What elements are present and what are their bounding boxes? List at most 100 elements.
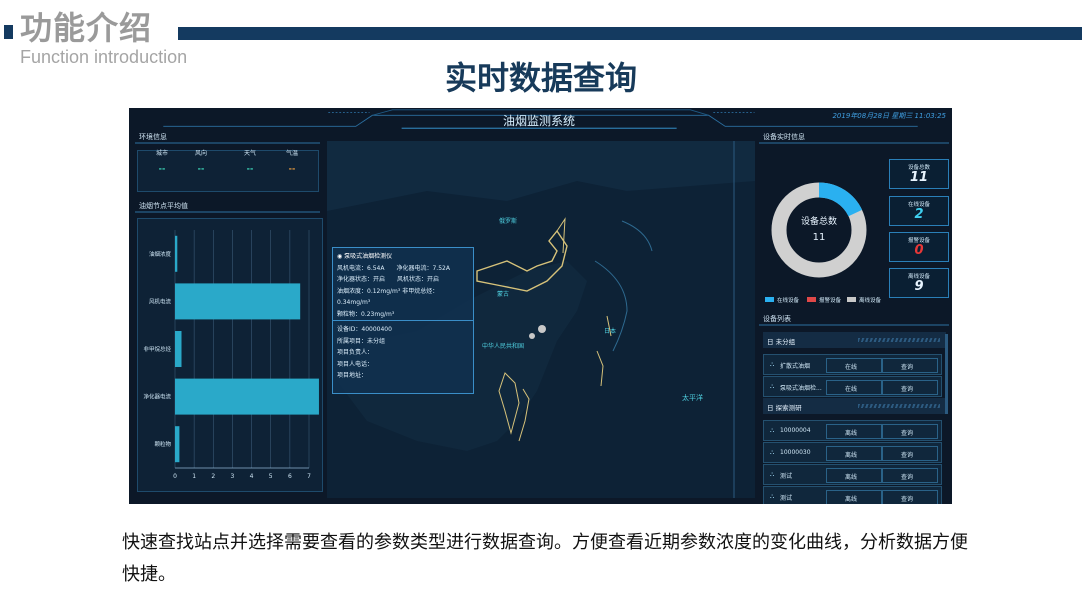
device-status: 在线 xyxy=(845,364,858,371)
bar[interactable] xyxy=(175,283,301,320)
header-bar xyxy=(178,27,1082,40)
device-name: 扩散式油烟 xyxy=(780,363,811,370)
env-value: -- xyxy=(246,164,254,173)
legend-swatch xyxy=(847,297,856,302)
bar[interactable] xyxy=(175,426,180,463)
query-button[interactable]: 查询 xyxy=(882,446,938,461)
status-cell: 离线 xyxy=(826,490,882,504)
status-cell: 离线 xyxy=(826,446,882,461)
popup-line: 项目人电话： xyxy=(337,360,374,368)
slide-title: 功能介绍 xyxy=(20,9,153,47)
device-group-header[interactable]: 日 探索测研 xyxy=(763,398,946,414)
donut-label: 设备总数 xyxy=(800,217,837,227)
map-label-russia: 俄罗斯 xyxy=(499,218,518,225)
category-label: 颗粒物 xyxy=(154,440,171,448)
query-label: 查询 xyxy=(901,386,914,393)
env-label: 气温 xyxy=(285,150,298,157)
popup-line: 项目负责人： xyxy=(337,349,374,356)
category-label: 油烟浓度 xyxy=(149,250,172,258)
list-scrollbar[interactable] xyxy=(945,334,948,414)
group-stripes xyxy=(858,338,940,342)
device-name: 测试 xyxy=(780,473,793,480)
env-value: -- xyxy=(197,164,205,173)
map-label-pacific: 太平洋 xyxy=(682,394,703,402)
system-title: 油烟监测系统 xyxy=(502,114,575,128)
legend-label: 在线设备 xyxy=(777,298,800,304)
env-label: 天气 xyxy=(243,150,256,157)
device-tree-icon: ⛬ xyxy=(770,427,775,434)
x-tick-label: 6 xyxy=(288,473,292,480)
device-row[interactable]: ⛬ 10000004 离线 查询 xyxy=(763,420,942,441)
section-underline xyxy=(759,324,949,326)
section-underline xyxy=(135,142,320,144)
device-row[interactable]: ⛬ 测试 离线 查询 xyxy=(763,464,942,485)
status-cell: 在线 xyxy=(826,380,882,395)
device-row[interactable]: ⛬ 扩散式油烟 在线 查询 xyxy=(763,354,942,375)
device-tree-icon: ⛬ xyxy=(770,471,775,478)
device-status: 在线 xyxy=(845,386,858,393)
popup-line: 风机电流：6.54A 净化器电流：7.52A xyxy=(337,264,450,272)
query-button[interactable]: 查询 xyxy=(882,380,938,395)
section-underline xyxy=(759,142,949,144)
query-button[interactable]: 查询 xyxy=(882,358,938,373)
device-status: 离线 xyxy=(845,430,858,437)
popup-line: 项目地址： xyxy=(337,372,368,379)
section-underline xyxy=(135,211,320,213)
x-tick-label: 4 xyxy=(250,473,254,480)
group-name: 日 探索测研 xyxy=(767,404,802,412)
query-button[interactable]: 查询 xyxy=(882,490,938,504)
counter-box: 离线设备 9 xyxy=(889,268,949,298)
device-status: 离线 xyxy=(845,452,858,459)
query-button[interactable]: 查询 xyxy=(882,468,938,483)
project-popup: 设备ID：40000400 所属项目：未分组 项目负责人： 项目人电话： 项目地… xyxy=(332,320,474,394)
status-cell: 在线 xyxy=(826,358,882,373)
env-value: -- xyxy=(158,164,166,173)
x-tick-label: 5 xyxy=(269,473,273,480)
device-row[interactable]: ⛬ 10000030 离线 查询 xyxy=(763,442,942,463)
category-label: 非甲烷总烃 xyxy=(143,345,171,353)
device-name: 10000030 xyxy=(780,449,811,456)
map-label-mongolia: 蒙古 xyxy=(497,291,510,298)
device-status: 离线 xyxy=(845,474,858,481)
counter-box: 设备总数 11 xyxy=(889,159,949,189)
counter-value: 11 xyxy=(909,170,929,185)
device-name: 10000004 xyxy=(780,427,811,434)
device-tree-icon: ⛬ xyxy=(770,383,775,390)
device-status: 离线 xyxy=(845,496,858,503)
bar[interactable] xyxy=(175,235,178,272)
dashboard-screenshot: 油烟监测系统 2019年08月28日 星期三 11:03:25 环境信息 城市 -… xyxy=(129,108,952,504)
query-label: 查询 xyxy=(901,430,914,437)
query-button[interactable]: 查询 xyxy=(882,424,938,439)
device-name: 测试 xyxy=(780,495,793,502)
env-label: 风向 xyxy=(194,150,207,157)
counter-box: 报警设备 0 xyxy=(889,232,949,262)
category-label: 风机电流 xyxy=(149,297,172,305)
query-label: 查询 xyxy=(901,474,914,481)
map-label-japan: 日本 xyxy=(604,328,617,335)
bar[interactable] xyxy=(175,378,319,415)
map-label-china: 中华人民共和国 xyxy=(482,343,525,350)
query-label: 查询 xyxy=(901,364,914,371)
device-group-header[interactable]: 日 未分组 xyxy=(763,332,946,348)
avg-bar-chart: 0 1 2 3 4 5 6 7 油烟浓度风机电流非甲烷总烃净化器电流颗粒物 xyxy=(143,230,319,480)
datetime: 2019年08月28日 星期三 11:03:25 xyxy=(832,112,946,120)
counter-value: 0 xyxy=(914,243,924,258)
x-tick-label: 0 xyxy=(173,473,177,480)
device-tree-icon: ⛬ xyxy=(770,449,775,456)
bar[interactable] xyxy=(175,331,182,367)
device-tree-icon: ⛬ xyxy=(770,493,775,500)
x-tick-label: 1 xyxy=(192,473,196,480)
query-label: 查询 xyxy=(901,452,914,459)
env-value: -- xyxy=(288,164,296,173)
category-label: 净化器电流 xyxy=(143,393,171,401)
group-stripes xyxy=(858,404,940,408)
device-tree-icon: ⛬ xyxy=(770,361,775,368)
device-row[interactable]: ⛬ 泵吸式油烟检... 在线 查询 xyxy=(763,376,942,397)
popup-line: 设备ID：40000400 xyxy=(337,326,392,333)
popup-line: 所属项目：未分组 xyxy=(337,337,386,345)
device-row[interactable]: ⛬ 测试 离线 查询 xyxy=(763,486,942,504)
group-name: 日 未分组 xyxy=(767,338,796,346)
query-label: 查询 xyxy=(901,496,914,503)
legend-swatch xyxy=(807,297,816,302)
x-tick-label: 2 xyxy=(211,473,215,480)
